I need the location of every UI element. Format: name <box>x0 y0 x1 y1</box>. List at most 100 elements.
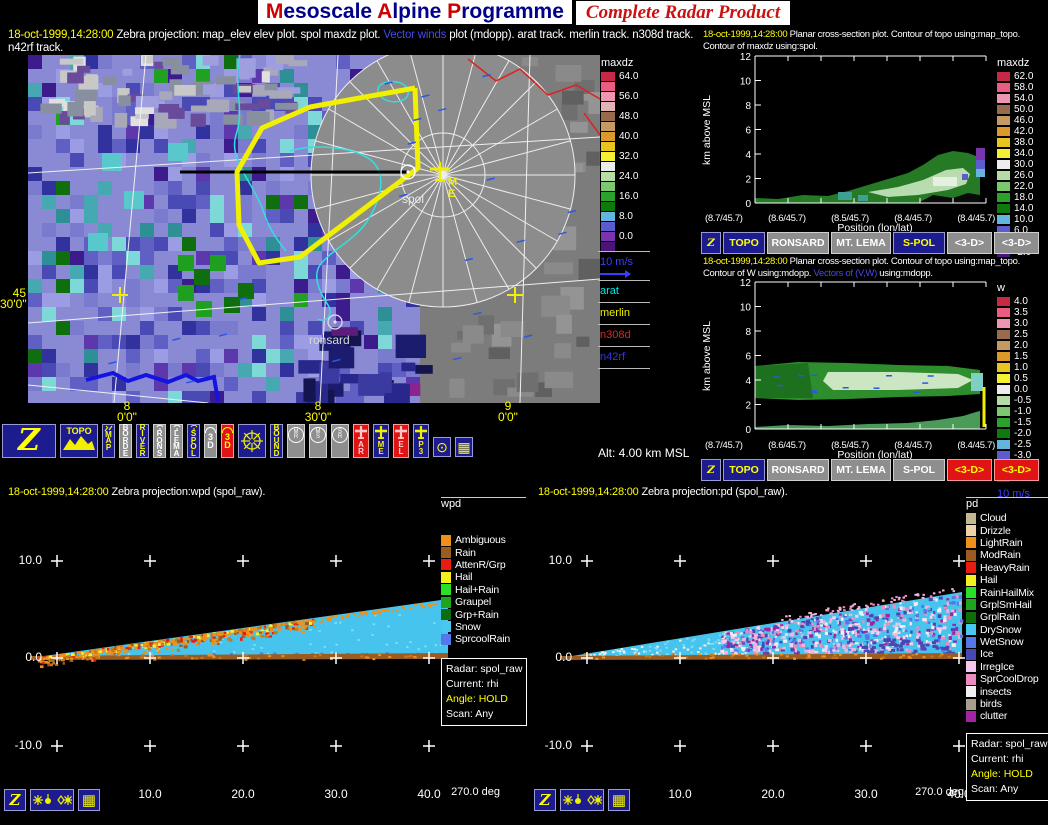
colorbar-swatch <box>997 83 1010 92</box>
track-legend-merlin: merlin <box>598 303 650 325</box>
toolbar-button-ms[interactable]: M S <box>309 424 327 458</box>
legend-label: insects <box>980 686 1011 698</box>
app-window: Mesoscale Alpine ProgrammeComplete Radar… <box>0 0 1048 825</box>
toolbar-button-z[interactable]: Z <box>2 424 56 458</box>
map-title-vector-winds: Vector winds <box>383 29 446 41</box>
toolbar-button-lema[interactable]: L E M A <box>170 424 183 458</box>
xsec-button-topo[interactable]: TOPO <box>723 232 765 254</box>
colorbar-swatch <box>601 212 615 221</box>
legend-entry: birds <box>966 698 1048 710</box>
xsec-a-plot[interactable]: 121086420 <box>718 52 990 212</box>
bottom-ytick: 0.0 <box>530 650 572 664</box>
colorbar-label: 46.0 <box>1014 115 1033 126</box>
legend-swatch <box>441 547 451 558</box>
toolbar-button-borders[interactable]: B O R D E <box>119 424 132 458</box>
legend-entry: RainHailMix <box>966 586 1048 598</box>
xsec-button-3d[interactable]: <3-D> <box>994 232 1039 254</box>
grid-button[interactable]: ▦ <box>78 789 100 811</box>
colorbar-row: 3.0 <box>997 318 1031 329</box>
toolbar-button-3d[interactable]: 3 D <box>204 424 217 458</box>
legend-label: AttenR/Grp <box>455 559 506 571</box>
svg-text:8: 8 <box>745 101 751 112</box>
legend-swatch <box>441 597 451 608</box>
legend-swatch <box>441 535 451 546</box>
svg-text:12: 12 <box>740 52 752 63</box>
legend-swatch <box>966 674 976 685</box>
xsec-button-ronsard[interactable]: RONSARD <box>767 232 829 254</box>
colorbar-row: 64.0 <box>601 71 638 82</box>
legend-label: ModRain <box>980 549 1021 561</box>
legend-entry: ModRain <box>966 549 1048 561</box>
xsec-button-3d[interactable]: <3-D> <box>947 232 992 254</box>
bottom-zebra-button[interactable]: Z <box>4 789 26 811</box>
colorbar-swatch <box>997 204 1010 213</box>
bottom-zebra-button[interactable]: Z <box>534 789 556 811</box>
toolbar-button-map[interactable]: M A P <box>102 424 115 458</box>
colorbar-swatch <box>997 330 1010 338</box>
xsec-button-z[interactable]: Z <box>701 459 721 481</box>
app-header: Mesoscale Alpine ProgrammeComplete Radar… <box>0 0 1048 26</box>
toolbar-button-rivers[interactable]: R I V E R <box>136 424 149 458</box>
map-plot[interactable]: spolMEronsard <box>28 55 600 403</box>
grid-button[interactable]: ▦ <box>608 789 630 811</box>
particle-symbols-button[interactable] <box>560 789 604 811</box>
legend-entry: HeavyRain <box>966 562 1048 574</box>
toolbar-button-3d[interactable]: 3 D <box>221 424 234 458</box>
colorbar-row: 1.5 <box>997 351 1031 362</box>
toolbar-button-grid[interactable]: ▦ <box>455 437 473 457</box>
toolbar-button-rons[interactable]: R O N S <box>153 424 166 458</box>
xsec-b-title: 18-oct-1999,14:28:00 Planar cross-sectio… <box>703 256 1020 280</box>
colorbar-row: 50.0 <box>997 104 1033 115</box>
colorbar-title: maxdz <box>601 57 638 69</box>
bottom-ytick: -10.0 <box>0 738 42 752</box>
colorbar-swatch <box>997 72 1010 81</box>
xsec-button-z[interactable]: Z <box>701 232 721 254</box>
colorbar-row: 8.0 <box>601 211 638 222</box>
br-title-text: Zebra projection:pd (spol_raw). <box>639 486 788 498</box>
colorbar-row: 1.0 <box>997 362 1031 373</box>
legend-swatch <box>966 637 976 648</box>
colorbar-label: -1.0 <box>1014 406 1031 417</box>
info-current: Current: rhi <box>971 752 1045 767</box>
toolbar-button-el[interactable]: E L <box>393 424 409 458</box>
particle-symbols-button[interactable] <box>30 789 74 811</box>
toolbar-button-bounds[interactable]: B O U N D <box>270 424 283 458</box>
colorbar-swatch <box>601 202 615 211</box>
toolbar-button-compass[interactable] <box>238 424 266 458</box>
toolbar-button-ar[interactable]: A R <box>353 424 369 458</box>
toolbar-button-mr[interactable]: M R <box>287 424 305 458</box>
aircraft-button-label: P 3 <box>418 441 423 455</box>
xsec-xtick: (8.7/45.7) <box>705 440 743 451</box>
legend-entry: IrregIce <box>966 661 1048 673</box>
colorbar-label: 64.0 <box>619 71 638 82</box>
colorbar-row: 46.0 <box>997 115 1033 126</box>
legend-label: SprCoolDrop <box>980 673 1039 685</box>
bottom-xtick: 20.0 <box>223 787 263 801</box>
colorbar-label: 58.0 <box>1014 82 1033 93</box>
toolbar-button-sr[interactable]: S R <box>331 424 349 458</box>
colorbar-label: 18.0 <box>1014 192 1033 203</box>
colorbar-swatch <box>997 182 1010 191</box>
xsec-button-mtlema[interactable]: MT. LEMA <box>831 232 891 254</box>
xsec-button-3d[interactable]: <3-D> <box>947 459 992 481</box>
colorbar-label: 40.0 <box>619 131 638 142</box>
toolbar-button-topo[interactable]: TOPO <box>60 424 98 458</box>
legend-label: Ice <box>980 648 993 660</box>
xsec-b-plot[interactable]: 121086420 <box>718 278 990 438</box>
legend-swatch <box>966 612 976 623</box>
toolbar-vertical-label: R O N S <box>156 431 162 457</box>
toolbar-button-p3[interactable]: P 3 <box>413 424 429 458</box>
xsec-button-3d[interactable]: <3-D> <box>994 459 1039 481</box>
toolbar-button-target[interactable]: ⊙ <box>433 437 451 457</box>
xsec-button-ronsard[interactable]: RONSARD <box>767 459 829 481</box>
legend-label: Grp+Rain <box>455 609 499 621</box>
xsec-button-spol[interactable]: S-POL <box>893 232 945 254</box>
xsec-button-spol[interactable]: S-POL <box>893 459 945 481</box>
legend-swatch <box>441 572 451 583</box>
xsec-button-topo[interactable]: TOPO <box>723 459 765 481</box>
toolbar-button-spol[interactable]: S P O L <box>187 424 200 458</box>
legend-swatch <box>966 550 976 561</box>
colorbar-row: -0.5 <box>997 395 1031 406</box>
toolbar-button-me[interactable]: M E <box>373 424 389 458</box>
xsec-button-mtlema[interactable]: MT. LEMA <box>831 459 891 481</box>
